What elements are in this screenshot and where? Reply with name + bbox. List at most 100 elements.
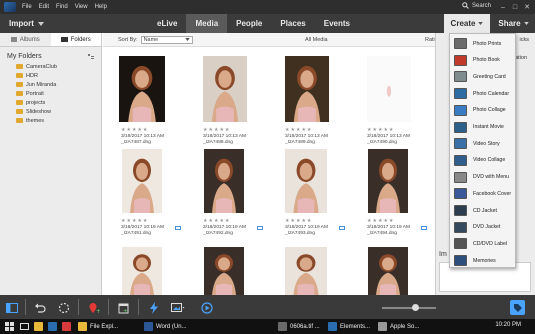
create-menu-item[interactable]: Greeting Card xyxy=(450,68,515,85)
stack-icon[interactable] xyxy=(339,226,345,230)
create-menu-item[interactable]: Facebook Cover xyxy=(450,185,515,202)
create-menu-item[interactable]: Instant Movie xyxy=(450,119,515,136)
create-menu-item[interactable]: CD/DVD Label xyxy=(450,235,515,252)
menu-view[interactable]: View xyxy=(75,4,88,10)
photo-thumbnail[interactable] xyxy=(122,149,162,213)
menu-help[interactable]: Help xyxy=(95,4,107,10)
undo-button[interactable] xyxy=(32,300,47,315)
photo-thumbnail[interactable] xyxy=(285,149,327,213)
create-menu-item[interactable]: Photo Collage xyxy=(450,102,515,119)
media-thumbnail-cell[interactable] xyxy=(111,247,191,295)
add-event-button[interactable]: + xyxy=(116,300,131,315)
taskbar-app[interactable]: File Expl... xyxy=(78,321,118,332)
photo-thumbnail[interactable] xyxy=(285,247,327,295)
zoom-slider-track[interactable] xyxy=(382,307,436,309)
media-thumbnail-cell[interactable]: ★★★★★ 3/18/2017 10:19 AM _I2A7493.dng xyxy=(275,149,355,245)
taskbar-pinned-app[interactable] xyxy=(34,321,43,332)
tab-albums[interactable]: Albums xyxy=(0,33,51,46)
create-menu-item[interactable]: Photo Calendar xyxy=(450,85,515,102)
folder-item[interactable]: Jun Miranda xyxy=(0,80,101,89)
rating-stars[interactable]: ★★★★★ xyxy=(121,218,148,224)
taskbar-app[interactable]: Apple So... xyxy=(378,321,419,332)
menu-find[interactable]: Find xyxy=(56,4,68,10)
rating-stars[interactable]: ★★★★★ xyxy=(367,127,394,133)
stack-icon[interactable] xyxy=(421,226,427,230)
menu-edit[interactable]: Edit xyxy=(39,4,49,10)
taskbar-app[interactable]: Elements... xyxy=(328,321,370,332)
sort-select[interactable]: Name xyxy=(140,35,193,44)
create-menu-item[interactable]: CD Jacket xyxy=(450,202,515,219)
zoom-slider-handle[interactable] xyxy=(412,304,419,311)
media-thumbnail-cell[interactable]: ★★★★★ 3/18/2017 10:13 AM _I2A7487.dng xyxy=(111,51,191,147)
menu-file[interactable]: File xyxy=(22,4,32,10)
play-button[interactable] xyxy=(199,300,214,315)
rating-stars[interactable]: ★★★★★ xyxy=(285,218,312,224)
add-location-button[interactable]: + xyxy=(86,300,101,315)
taskbar-pinned-app[interactable] xyxy=(62,321,71,332)
folder-item[interactable]: projects xyxy=(0,98,101,107)
tab-events[interactable]: Events xyxy=(315,14,359,33)
photo-thumbnail[interactable] xyxy=(203,56,247,122)
photo-thumbnail[interactable] xyxy=(368,149,408,213)
picks-label[interactable]: icks xyxy=(520,37,529,43)
create-button[interactable]: Create xyxy=(444,14,490,33)
rotate-button[interactable] xyxy=(56,300,71,315)
taskview-button[interactable] xyxy=(20,321,29,332)
search-button[interactable]: Search xyxy=(462,2,491,9)
tree-view-icon[interactable] xyxy=(88,53,94,60)
rating-stars[interactable]: ★★★★★ xyxy=(121,127,148,133)
panel-toggle-button[interactable] xyxy=(4,300,19,315)
tab-folders[interactable]: Folders xyxy=(50,33,101,46)
taskbar-pinned-app[interactable] xyxy=(48,321,57,332)
tab-media[interactable]: Media xyxy=(186,14,228,33)
create-menu-item[interactable]: DVD Jacket xyxy=(450,219,515,236)
create-menu-item[interactable]: Photo Book xyxy=(450,52,515,69)
media-thumbnail-cell[interactable]: ★★★★★ 3/18/2017 10:19 AM _I2A7494.dng xyxy=(357,149,435,245)
rating-stars[interactable]: ★★★★★ xyxy=(367,218,394,224)
maximize-icon[interactable]: □ xyxy=(509,0,521,14)
photo-thumbnail[interactable] xyxy=(368,247,408,295)
create-menu-item[interactable]: Video Collage xyxy=(450,152,515,169)
media-thumbnail-cell[interactable] xyxy=(193,247,273,295)
folder-item[interactable]: CameraClub xyxy=(0,62,101,71)
create-menu-item[interactable]: Video Story xyxy=(450,135,515,152)
tab-elive[interactable]: eLive xyxy=(148,14,186,33)
photo-thumbnail[interactable] xyxy=(119,56,165,122)
media-thumbnail-cell[interactable] xyxy=(357,247,435,295)
media-thumbnail-cell[interactable]: ★★★★★ 3/18/2017 10:13 AM _I2A7488.dng xyxy=(193,51,273,147)
instant-fix-button[interactable] xyxy=(146,300,161,315)
tag-button[interactable] xyxy=(510,300,525,315)
start-button[interactable] xyxy=(5,321,14,332)
create-menu-item[interactable]: Photo Prints xyxy=(450,35,515,52)
folder-item[interactable]: themes xyxy=(0,116,101,125)
rating-stars[interactable]: ★★★★★ xyxy=(203,218,230,224)
share-button[interactable]: Share xyxy=(492,14,535,33)
photo-thumbnail[interactable] xyxy=(204,247,244,295)
taskbar-clock[interactable]: 10:20 PM xyxy=(495,322,521,328)
media-thumbnail-cell[interactable]: ★★★★★ 3/18/2017 10:13 AM _I2A7489.dng xyxy=(275,51,355,147)
photo-thumbnail[interactable] xyxy=(285,56,329,122)
folder-item[interactable]: Portrait xyxy=(0,89,101,98)
rating-stars[interactable]: ★★★★★ xyxy=(203,127,230,133)
taskbar-app[interactable]: Word (Un... xyxy=(144,321,187,332)
stack-icon[interactable] xyxy=(175,226,181,230)
tab-places[interactable]: Places xyxy=(271,14,314,33)
import-button[interactable]: Import xyxy=(9,19,149,28)
media-thumbnail-cell[interactable]: ★★★★★ 3/18/2017 10:13 AM _I2A7490.dng xyxy=(357,51,435,147)
media-thumbnail-cell[interactable]: ★★★★★ 3/18/2017 10:19 AM _I2A7492.dng xyxy=(193,149,273,245)
minimize-icon[interactable]: – xyxy=(497,0,509,14)
taskbar-app[interactable]: 0606a.tif ... xyxy=(278,321,320,332)
create-menu-item[interactable]: DVD with Menu xyxy=(450,169,515,186)
media-thumbnail-cell[interactable]: ★★★★★ 3/18/2017 10:19 AM _I2A7491.dng xyxy=(111,149,191,245)
photo-thumbnail[interactable] xyxy=(122,247,162,295)
folder-item[interactable]: Slideshow xyxy=(0,107,101,116)
tab-people[interactable]: People xyxy=(227,14,271,33)
folder-item[interactable]: HDR xyxy=(0,71,101,80)
media-thumbnail-cell[interactable] xyxy=(275,247,355,295)
photo-thumbnail[interactable] xyxy=(367,56,411,122)
close-icon[interactable]: ✕ xyxy=(521,0,533,14)
slideshow-button[interactable] xyxy=(170,300,185,315)
create-menu-item[interactable]: Memories xyxy=(450,252,515,269)
photo-thumbnail[interactable] xyxy=(204,149,244,213)
rating-stars[interactable]: ★★★★★ xyxy=(285,127,312,133)
